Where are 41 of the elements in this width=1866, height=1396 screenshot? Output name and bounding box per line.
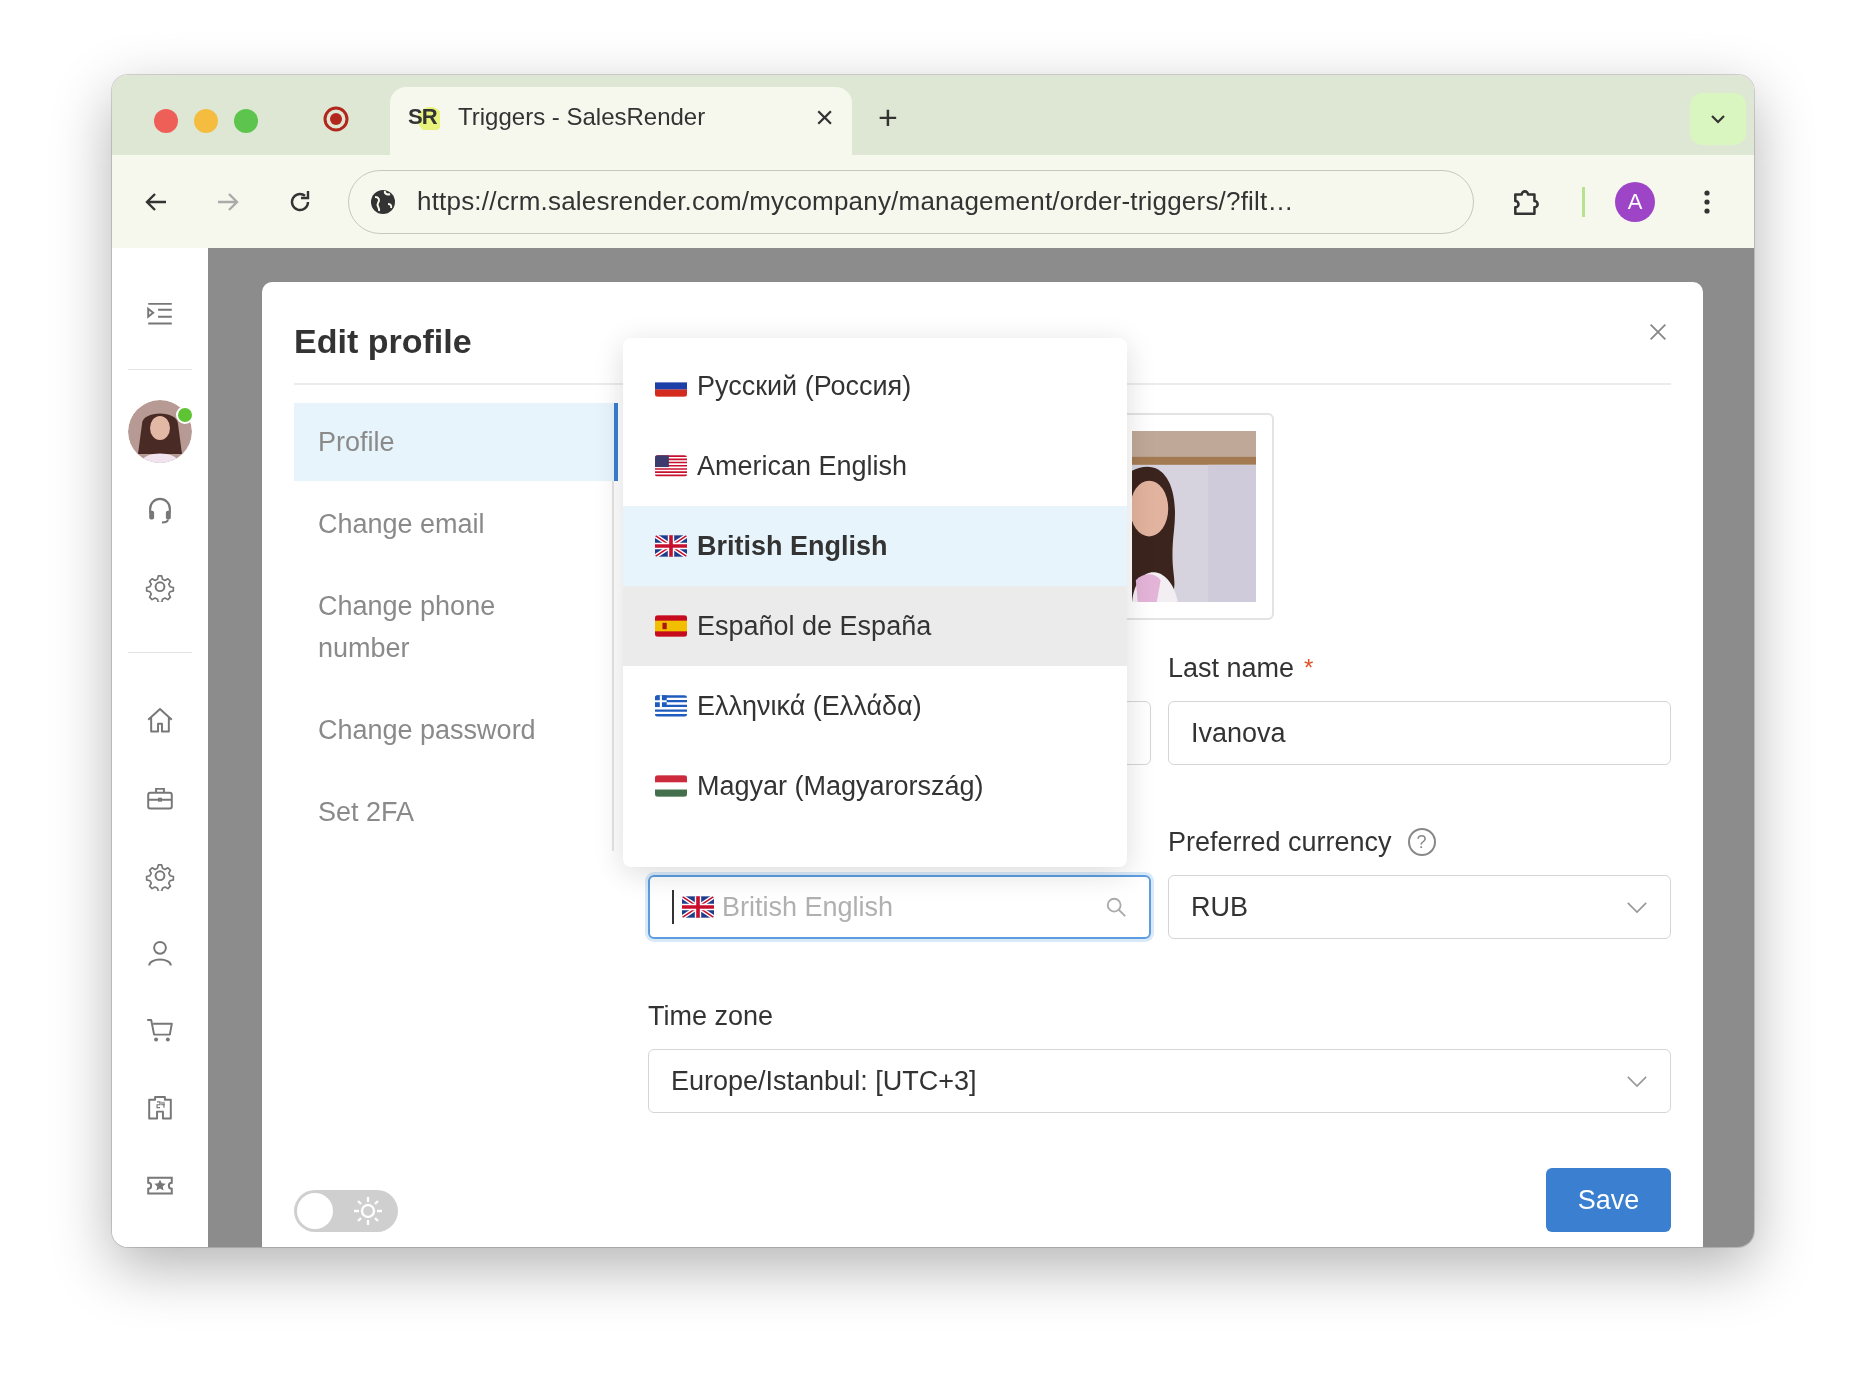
language-option[interactable]: Ελληνικά (Ελλάδα) xyxy=(623,666,1127,746)
profile-avatar[interactable]: A xyxy=(1615,181,1655,222)
url-text: https://crm.salesrender.com/mycompany/management/order-triggers/?filt… xyxy=(417,186,1294,217)
dialog-title: Edit profile xyxy=(294,322,472,361)
flag-icon xyxy=(655,615,687,637)
flag-icon xyxy=(655,775,687,797)
search-icon xyxy=(1105,896,1127,918)
help-icon[interactable]: ? xyxy=(1407,828,1436,856)
time-zone-select[interactable]: Europe/Istanbul: [UTC+3] xyxy=(648,1049,1671,1113)
language-option[interactable]: Magyar (Magyarország) xyxy=(623,746,1127,826)
flag-icon xyxy=(655,455,687,477)
new-tab-button[interactable]: + xyxy=(878,98,898,137)
language-option[interactable]: British English xyxy=(623,506,1127,586)
user-avatar[interactable] xyxy=(128,400,192,464)
language-option[interactable]: Español de España xyxy=(623,586,1127,666)
record-icon[interactable] xyxy=(322,105,350,133)
chevron-down-icon xyxy=(1626,1074,1648,1088)
field-label: Time zone xyxy=(648,1000,774,1032)
tab-close-button[interactable]: × xyxy=(815,98,834,136)
currency-select[interactable]: RUB xyxy=(1168,875,1671,939)
flag-icon xyxy=(655,535,687,557)
flag-icon xyxy=(682,896,714,918)
flag-icon xyxy=(655,695,687,717)
sun-icon xyxy=(352,1195,384,1227)
close-window-button[interactable] xyxy=(154,109,178,133)
chevron-down-icon xyxy=(1626,900,1648,914)
more-menu-icon[interactable] xyxy=(1703,187,1711,216)
field-label: Preferred currency xyxy=(1168,826,1392,858)
theme-toggle[interactable] xyxy=(294,1190,398,1232)
field-value: Ivanova xyxy=(1191,717,1286,749)
language-option[interactable]: American English xyxy=(623,426,1127,506)
tab-title: Triggers - SalesRender xyxy=(458,103,707,131)
last-name-field[interactable]: Ivanova xyxy=(1168,701,1671,765)
save-button[interactable]: Save xyxy=(1546,1168,1671,1232)
required-mark: * xyxy=(1304,654,1314,682)
language-option[interactable]: Русский (Россия) xyxy=(623,346,1127,426)
placeholder-text: British English xyxy=(722,891,895,923)
globe-icon xyxy=(369,187,397,216)
field-label: Last name xyxy=(1168,652,1295,684)
select-value: RUB xyxy=(1191,891,1248,923)
select-value: Europe/Istanbul: [UTC+3] xyxy=(671,1065,977,1097)
